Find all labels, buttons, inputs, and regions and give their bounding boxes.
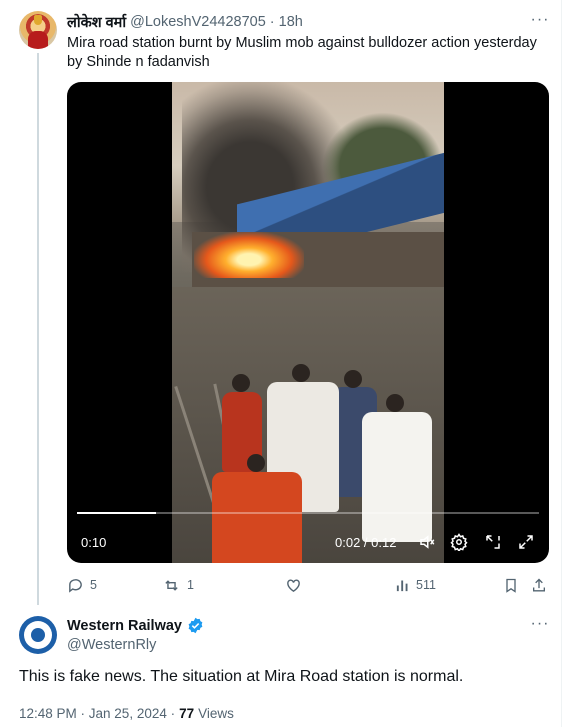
tweet-time[interactable]: 18h	[279, 14, 303, 30]
tweet-meta: 12:48 PM · Jan 25, 2024 · 77 Views	[19, 706, 234, 721]
reply-text: This is fake news. The situation at Mira…	[19, 668, 464, 685]
volume-icon[interactable]	[416, 531, 438, 553]
video-count-label: 0:10	[81, 535, 107, 550]
reply-button[interactable]: 5	[67, 574, 97, 596]
like-button[interactable]	[285, 574, 308, 596]
reply-author: Western Railway	[67, 617, 204, 634]
bookmark-button[interactable]	[503, 574, 519, 596]
more-options-icon[interactable]: ···	[530, 616, 550, 635]
heart-icon	[287, 578, 300, 592]
repost-button[interactable]: 1	[162, 574, 194, 596]
tweet-views-count: 77	[179, 706, 195, 721]
timeline-border	[561, 0, 562, 727]
video-frame	[172, 82, 444, 563]
tweet-actions: 5 1 511	[67, 574, 552, 596]
tweet-header: लोकेश वर्मा @LokeshV24428705 · 18h	[67, 13, 303, 31]
video-player[interactable]: 0:10 0:02 / 0:12	[67, 82, 549, 563]
popout-icon[interactable]	[482, 531, 504, 553]
share-icon	[533, 578, 545, 591]
verified-badge-icon	[188, 617, 203, 634]
views-count: 511	[416, 578, 436, 592]
author-avatar[interactable]	[19, 11, 57, 49]
reply-author-handle[interactable]: @WesternRly	[67, 637, 156, 653]
reply-icon	[69, 578, 82, 593]
tweet-timestamp[interactable]: 12:48 PM · Jan 25, 2024 ·	[19, 706, 175, 721]
reply-count: 5	[90, 578, 97, 592]
tweet-views-label: Views	[198, 706, 234, 721]
more-options-icon[interactable]: ···	[530, 12, 550, 31]
views-button[interactable]: 511	[395, 574, 436, 596]
repost-count: 1	[187, 578, 194, 592]
separator-dot: ·	[269, 14, 275, 30]
video-time-display: 0:02 / 0:12	[335, 535, 397, 550]
analytics-icon	[396, 580, 408, 591]
author-handle[interactable]: @LokeshV24428705	[130, 14, 266, 30]
repost-icon	[165, 579, 178, 591]
tweet-text: Mira road station burnt by Muslim mob ag…	[67, 35, 537, 70]
western-railway-avatar[interactable]	[19, 616, 57, 654]
reply-author-name[interactable]: Western Railway	[67, 618, 182, 634]
settings-icon[interactable]	[448, 531, 470, 553]
thread-connector	[37, 53, 39, 605]
fullscreen-icon[interactable]	[515, 531, 537, 553]
video-progress-fill	[77, 512, 156, 514]
author-name[interactable]: लोकेश वर्मा	[67, 12, 126, 32]
share-button[interactable]	[531, 574, 547, 596]
bookmark-icon	[506, 578, 516, 593]
